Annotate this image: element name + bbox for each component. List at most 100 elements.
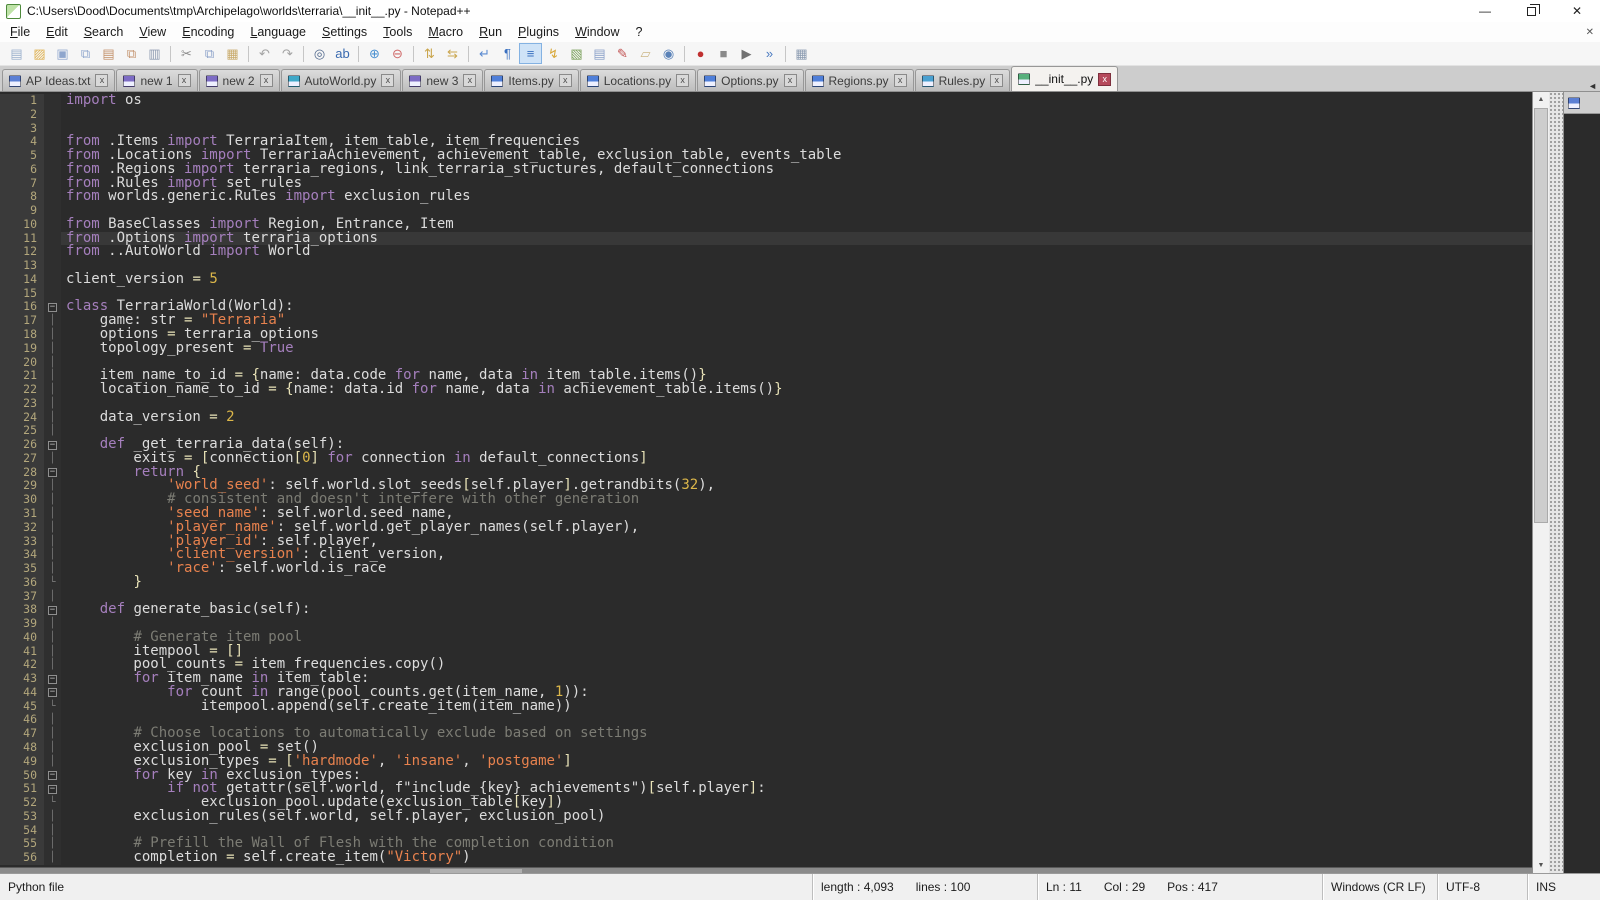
- view-splitter[interactable]: [1549, 92, 1563, 873]
- code-line[interactable]: 45└ itempool.append(self.create_item(ite…: [0, 700, 1532, 714]
- fold-margin[interactable]: −: [44, 769, 61, 783]
- code-line[interactable]: 8from worlds.generic.Rules import exclus…: [0, 190, 1532, 204]
- fold-margin[interactable]: −: [44, 466, 61, 480]
- tab-new-3[interactable]: new 3x: [402, 69, 483, 91]
- menu-settings[interactable]: Settings: [314, 23, 375, 41]
- fold-collapse-icon[interactable]: −: [48, 771, 57, 780]
- tab-close-icon[interactable]: x: [784, 74, 797, 87]
- sync-horizontal-icon[interactable]: ⇆: [441, 43, 464, 64]
- edit-plugin-icon[interactable]: ✎: [611, 43, 634, 64]
- tab-close-icon[interactable]: x: [894, 74, 907, 87]
- tab-close-icon[interactable]: x: [260, 74, 273, 87]
- fold-collapse-icon[interactable]: −: [48, 688, 57, 697]
- status-eol-format[interactable]: Windows (CR LF): [1322, 874, 1437, 900]
- tab-scroll-left-icon[interactable]: ◄: [1588, 81, 1597, 91]
- scroll-up-icon[interactable]: ▲: [1533, 92, 1549, 107]
- document-list-icon[interactable]: ▤: [588, 43, 611, 64]
- tab-__init__.py[interactable]: __init__.pyx: [1011, 66, 1118, 91]
- tab-regions.py[interactable]: Regions.pyx: [805, 69, 914, 91]
- fold-margin[interactable]: −: [44, 603, 61, 617]
- macro-save-icon[interactable]: ▦: [790, 43, 813, 64]
- code-line[interactable]: 2: [0, 108, 1532, 122]
- file-monitoring-icon[interactable]: ◉: [657, 43, 680, 64]
- document-close-icon[interactable]: ✕: [1586, 27, 1594, 38]
- code-line[interactable]: 36└ }: [0, 576, 1532, 590]
- tab-items.py[interactable]: Items.pyx: [484, 69, 578, 91]
- menu-file[interactable]: File: [2, 23, 38, 41]
- close-icon[interactable]: ▤: [97, 43, 120, 64]
- code-line[interactable]: 22│ location_name_to_id = {name: data.id…: [0, 383, 1532, 397]
- code-line[interactable]: 13: [0, 259, 1532, 273]
- fold-margin[interactable]: −: [44, 300, 61, 314]
- tab-rules.py[interactable]: Rules.pyx: [915, 69, 1011, 91]
- code-line[interactable]: 38− def generate_basic(self):: [0, 603, 1532, 617]
- tab-options.py[interactable]: Options.pyx: [697, 69, 803, 91]
- print-icon[interactable]: ▥: [143, 43, 166, 64]
- tab-close-icon[interactable]: x: [95, 74, 108, 87]
- tab-ap-ideas.txt[interactable]: AP Ideas.txtx: [2, 69, 115, 91]
- tab-close-icon[interactable]: x: [463, 74, 476, 87]
- tab-locations.py[interactable]: Locations.pyx: [580, 69, 696, 91]
- new-file-icon[interactable]: ▤: [5, 43, 28, 64]
- menu-macro[interactable]: Macro: [420, 23, 471, 41]
- code-line[interactable]: 19│ topology_present = True: [0, 342, 1532, 356]
- fold-collapse-icon[interactable]: −: [48, 303, 57, 312]
- horizontal-scrollbar[interactable]: [0, 867, 1532, 873]
- code-line[interactable]: 56│ completion = self.create_item("Victo…: [0, 851, 1532, 865]
- status-insert-mode[interactable]: INS: [1527, 874, 1600, 900]
- secondary-view-editor[interactable]: [1564, 114, 1600, 873]
- undo-icon[interactable]: ↶: [253, 43, 276, 64]
- tab-close-icon[interactable]: x: [559, 74, 572, 87]
- macro-run-multiple-icon[interactable]: »: [758, 43, 781, 64]
- menu-view[interactable]: View: [131, 23, 174, 41]
- tab-close-icon[interactable]: x: [1098, 73, 1111, 86]
- zoom-in-icon[interactable]: ⊕: [363, 43, 386, 64]
- menu-search[interactable]: Search: [76, 23, 132, 41]
- fold-collapse-icon[interactable]: −: [48, 468, 57, 477]
- folder-workspace-icon[interactable]: ▱: [634, 43, 657, 64]
- tab-close-icon[interactable]: x: [381, 74, 394, 87]
- tab-close-icon[interactable]: x: [178, 74, 191, 87]
- fold-collapse-icon[interactable]: −: [48, 785, 57, 794]
- code-line[interactable]: 12from ..AutoWorld import World: [0, 245, 1532, 259]
- function-completion-icon[interactable]: ↯: [542, 43, 565, 64]
- code-line[interactable]: 53│ exclusion_rules(self.world, self.pla…: [0, 810, 1532, 824]
- fold-collapse-icon[interactable]: −: [48, 441, 57, 450]
- menu-edit[interactable]: Edit: [38, 23, 76, 41]
- copy-icon[interactable]: ⧉: [198, 43, 221, 64]
- menu-window[interactable]: Window: [567, 23, 627, 41]
- paste-icon[interactable]: ▦: [221, 43, 244, 64]
- replace-icon[interactable]: ab: [331, 43, 354, 64]
- macro-record-icon[interactable]: ●: [689, 43, 712, 64]
- menu-run[interactable]: Run: [471, 23, 510, 41]
- minimize-button[interactable]: —: [1462, 0, 1508, 22]
- code-editor[interactable]: 1import os234from .Items import Terraria…: [0, 92, 1532, 873]
- sync-vertical-icon[interactable]: ⇅: [418, 43, 441, 64]
- horizontal-scrollbar-thumb[interactable]: [430, 869, 522, 873]
- macro-play-icon[interactable]: ▶: [735, 43, 758, 64]
- code-line[interactable]: 14client_version = 5: [0, 273, 1532, 287]
- redo-icon[interactable]: ↷: [276, 43, 299, 64]
- cut-icon[interactable]: ✂: [175, 43, 198, 64]
- fold-collapse-icon[interactable]: −: [48, 606, 57, 615]
- fold-margin[interactable]: −: [44, 438, 61, 452]
- fold-collapse-icon[interactable]: −: [48, 675, 57, 684]
- menu-?[interactable]: ?: [628, 23, 651, 41]
- show-all-characters-icon[interactable]: ¶: [496, 43, 519, 64]
- fold-margin[interactable]: −: [44, 672, 61, 686]
- menu-language[interactable]: Language: [242, 23, 314, 41]
- secondary-view-tab[interactable]: [1564, 92, 1600, 114]
- document-map-icon[interactable]: ▧: [565, 43, 588, 64]
- find-icon[interactable]: ◎: [308, 43, 331, 64]
- code-line[interactable]: 24│ data_version = 2: [0, 411, 1532, 425]
- code-line[interactable]: 27│ exits = [connection[0] for connectio…: [0, 452, 1532, 466]
- tab-close-icon[interactable]: x: [990, 74, 1003, 87]
- code-line[interactable]: 35│ 'race': self.world.is_race: [0, 562, 1532, 576]
- tab-new-2[interactable]: new 2x: [199, 69, 280, 91]
- save-icon[interactable]: ▣: [51, 43, 74, 64]
- menu-encoding[interactable]: Encoding: [174, 23, 242, 41]
- menu-plugins[interactable]: Plugins: [510, 23, 567, 41]
- open-file-icon[interactable]: ▨: [28, 43, 51, 64]
- vertical-scrollbar-thumb[interactable]: [1534, 108, 1548, 523]
- menu-tools[interactable]: Tools: [375, 23, 420, 41]
